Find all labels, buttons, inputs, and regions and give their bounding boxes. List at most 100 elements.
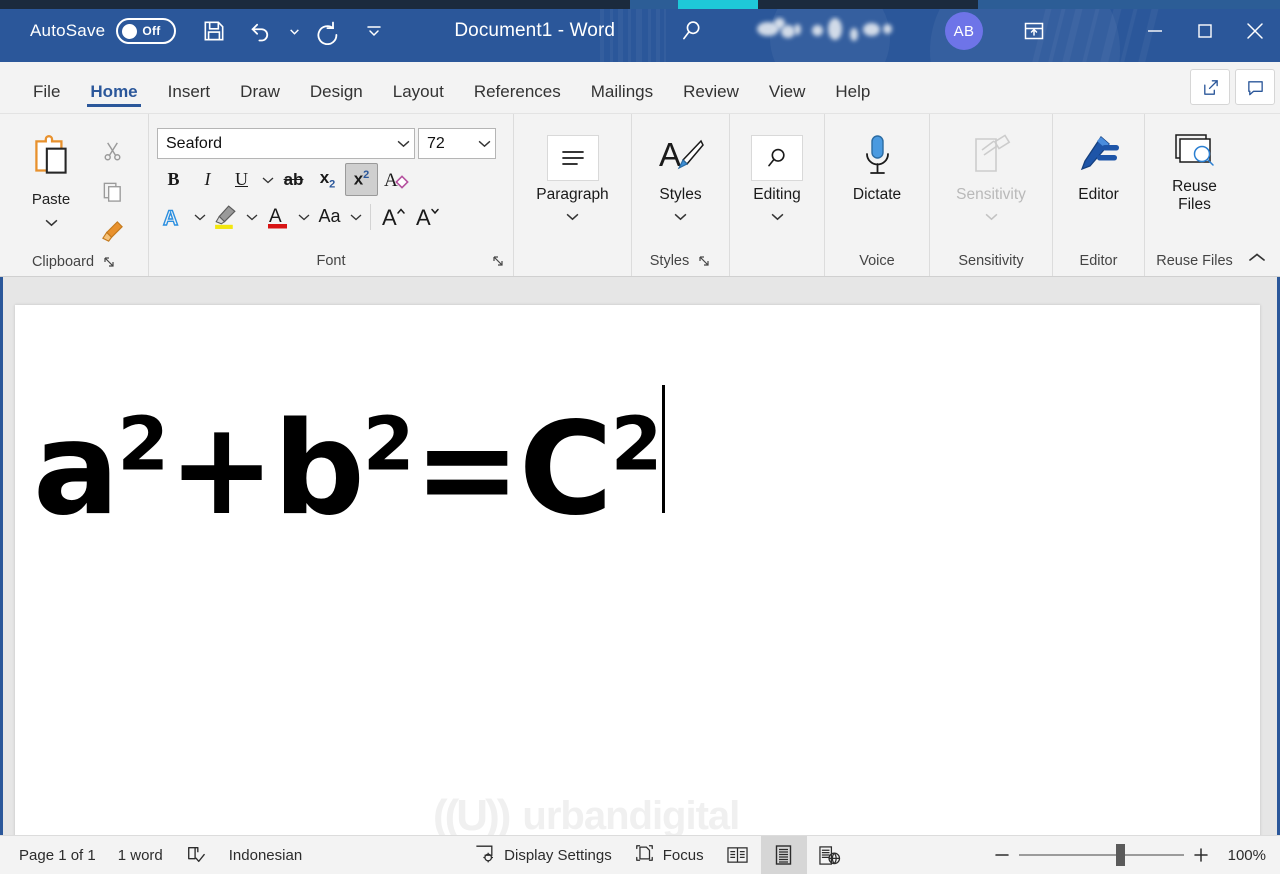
italic-glyph: I	[204, 169, 211, 189]
document-area[interactable]: a2 + b2 = C2 ((U)) urbandigital	[0, 277, 1280, 835]
maximize-icon[interactable]	[1180, 0, 1230, 62]
document-name: Document1	[454, 20, 553, 41]
segment-equals: =	[413, 395, 521, 544]
zoom-level[interactable]: 100%	[1218, 847, 1280, 864]
segment-b-superscript: 2	[362, 400, 415, 488]
share-icon[interactable]	[1190, 69, 1230, 105]
focus-button[interactable]: Focus	[623, 836, 715, 874]
ribbon-display-options-icon[interactable]	[1013, 10, 1055, 52]
font-name-combobox[interactable]: Seaford	[157, 128, 415, 159]
editor-button[interactable]: Editor	[1061, 126, 1136, 204]
tab-mailings[interactable]: Mailings	[576, 83, 668, 113]
svg-text:A: A	[416, 205, 431, 230]
font-color-chevron-down-icon[interactable]	[295, 200, 312, 233]
font-color-button[interactable]: A	[261, 200, 294, 233]
web-layout-view-button[interactable]	[807, 836, 853, 874]
underline-dropdown-chevron-down-icon[interactable]	[259, 163, 276, 196]
text-effects-button[interactable]: A	[379, 163, 412, 196]
underline-button[interactable]: U	[225, 163, 258, 196]
page-indicator[interactable]: Page 1 of 1	[8, 836, 107, 874]
font-name-chevron-down-icon[interactable]	[397, 135, 410, 153]
superscript-button[interactable]: x2	[345, 163, 378, 196]
tab-design[interactable]: Design	[295, 83, 378, 113]
zoom-in-plus-icon[interactable]	[1184, 838, 1218, 872]
autosave-toggle[interactable]: Off	[116, 18, 177, 44]
minimize-icon[interactable]	[1130, 0, 1180, 62]
undo-button[interactable]	[238, 11, 282, 51]
format-painter-icon[interactable]	[94, 214, 130, 248]
read-mode-view-button[interactable]	[715, 836, 761, 874]
document-page[interactable]: a2 + b2 = C2	[15, 305, 1260, 835]
zoom-out-minus-icon[interactable]	[985, 838, 1019, 872]
styles-chevron-down-icon[interactable]	[674, 208, 687, 226]
dictate-button[interactable]: Dictate	[833, 126, 921, 204]
tab-insert[interactable]: Insert	[153, 83, 226, 113]
search-icon[interactable]	[667, 8, 717, 54]
window-controls	[1130, 0, 1280, 62]
text-highlight-text-effects-a-button[interactable]: A	[157, 200, 190, 233]
sensitivity-button[interactable]: Sensitivity	[938, 126, 1044, 226]
styles-button[interactable]: A Styles	[640, 126, 721, 226]
strikethrough-button[interactable]: ab	[277, 163, 310, 196]
styles-dialog-launcher-icon[interactable]	[697, 254, 711, 268]
zoom-slider-track[interactable]	[1019, 844, 1184, 866]
tab-draw[interactable]: Draw	[225, 83, 295, 113]
font-group-label: Font	[316, 253, 346, 269]
tab-layout[interactable]: Layout	[378, 83, 459, 113]
quick-access-toolbar	[192, 11, 396, 51]
document-text[interactable]: a2 + b2 = C2	[33, 385, 666, 544]
proofing-check-icon[interactable]	[174, 836, 218, 874]
save-button[interactable]	[192, 11, 236, 51]
tab-file[interactable]: File	[18, 83, 75, 113]
title-bar: AutoSave Off Document1 - Word AB	[0, 0, 1280, 62]
app-name: Word	[569, 20, 616, 41]
autosave-toggle-knob	[122, 23, 138, 39]
reuse-files-button[interactable]: Reuse Files	[1153, 126, 1236, 214]
tab-help[interactable]: Help	[820, 83, 885, 113]
autosave-control[interactable]: AutoSave Off	[30, 18, 177, 44]
avatar[interactable]: AB	[945, 12, 984, 50]
font-size-chevron-down-icon[interactable]	[478, 135, 491, 153]
italic-button[interactable]: I	[191, 163, 224, 196]
copy-icon[interactable]	[94, 174, 130, 208]
zoom-slider-thumb[interactable]	[1116, 844, 1125, 866]
redo-button[interactable]	[306, 11, 350, 51]
clipboard-dialog-launcher-icon[interactable]	[102, 255, 116, 269]
customize-quick-access-toolbar-icon[interactable]	[352, 11, 396, 51]
zoom-slider[interactable]	[1019, 844, 1184, 866]
bold-button[interactable]: B	[157, 163, 190, 196]
ribbon-group-clipboard: Paste Clipboard	[0, 114, 148, 276]
text-highlight-color-button[interactable]	[209, 200, 242, 233]
tab-home[interactable]: Home	[75, 83, 152, 113]
display-settings-button[interactable]: Display Settings	[463, 836, 623, 874]
language-indicator[interactable]: Indonesian	[218, 836, 313, 874]
font-size-combobox[interactable]: 72	[418, 128, 496, 159]
tab-references[interactable]: References	[459, 83, 576, 113]
paste-dropdown-chevron-down-icon[interactable]	[45, 214, 58, 232]
change-case-button[interactable]: Aa	[313, 200, 346, 233]
paste-button[interactable]: Paste	[8, 126, 94, 232]
font-dialog-launcher-icon[interactable]	[491, 254, 505, 268]
tab-review[interactable]: Review	[668, 83, 754, 113]
sensitivity-chevron-down-icon[interactable]	[985, 208, 998, 226]
status-bar: Page 1 of 1 1 word Indonesian Display Se…	[0, 835, 1280, 874]
change-case-chevron-down-icon[interactable]	[347, 200, 364, 233]
comments-icon[interactable]	[1235, 69, 1275, 105]
print-layout-view-button[interactable]	[760, 835, 807, 874]
editing-chevron-down-icon[interactable]	[771, 208, 784, 226]
grow-font-button[interactable]: A	[377, 200, 410, 233]
word-count[interactable]: 1 word	[107, 836, 174, 874]
paragraph-button[interactable]: Paragraph	[522, 126, 623, 226]
subscript-button[interactable]: x2	[311, 163, 344, 196]
shrink-font-button[interactable]: A	[411, 200, 444, 233]
close-icon[interactable]	[1230, 0, 1280, 62]
editing-button[interactable]: Editing	[738, 126, 816, 226]
paragraph-chevron-down-icon[interactable]	[566, 208, 579, 226]
tab-view[interactable]: View	[754, 83, 821, 113]
paste-label: Paste	[31, 191, 71, 208]
highlight-color-chevron-down-icon[interactable]	[243, 200, 260, 233]
text-effects-chevron-down-icon[interactable]	[191, 200, 208, 233]
cut-scissors-icon[interactable]	[94, 134, 130, 168]
undo-dropdown[interactable]	[284, 11, 304, 51]
collapse-ribbon-chevron-up-icon[interactable]	[1242, 244, 1272, 270]
